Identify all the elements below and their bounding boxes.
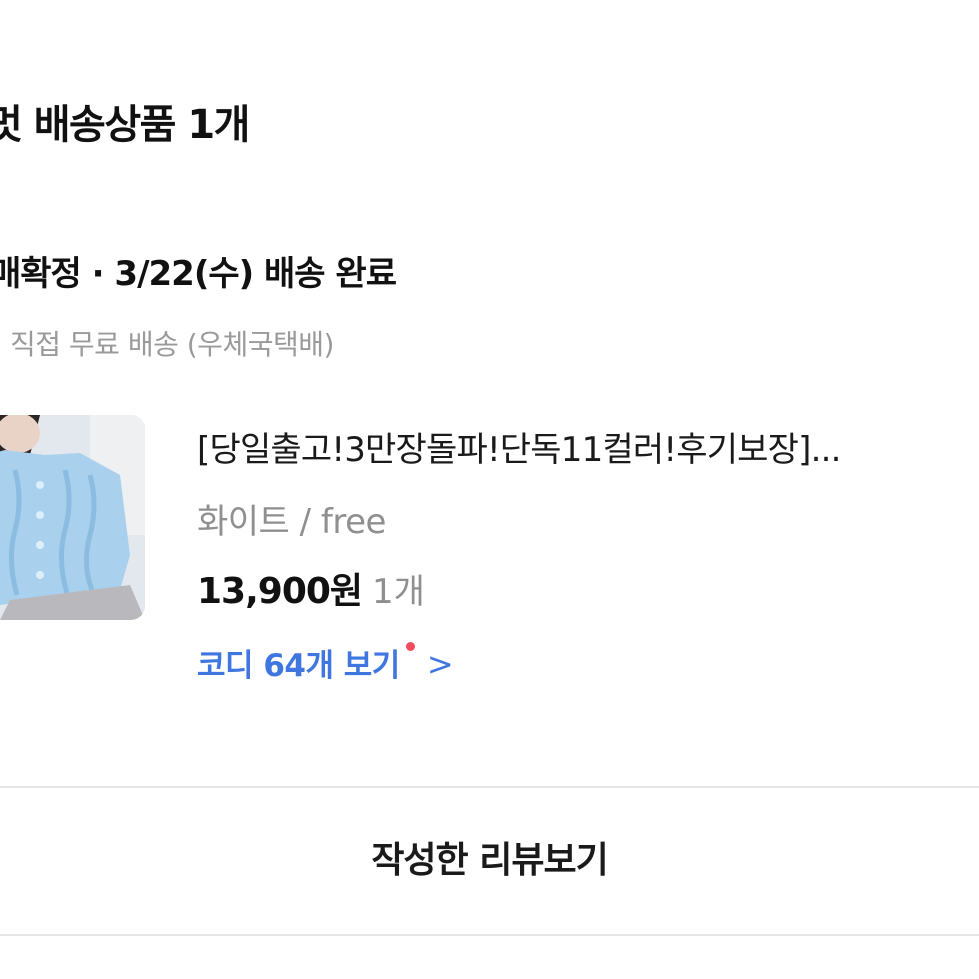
coordi-link[interactable]: 코디 64개 보기 > [197,640,454,685]
shipping-info: 직접 무료 배송 (우체국택배) [10,328,334,361]
section-title: 멋 배송상품 1개 [0,102,250,148]
divider-bottom [0,934,979,936]
product-thumbnail[interactable] [0,415,145,620]
product-price: 13,900원 [197,571,363,612]
order-detail-page: 멋 배송상품 1개 매확정 · 3/22(수) 배송 완료 직접 무료 배송 (… [0,0,979,979]
product-image [0,415,145,620]
product-option: 화이트 / free [197,502,386,542]
product-quantity: 1개 [372,572,425,612]
delivery-status: 매확정 · 3/22(수) 배송 완료 [0,254,397,294]
chevron-right-icon: > [426,644,454,683]
coordi-link-label: 코디 64개 보기 [197,648,400,684]
view-review-label: 작성한 리뷰보기 [371,840,608,881]
price-row: 13,900원 1개 [197,562,425,614]
view-review-button[interactable]: 작성한 리뷰보기 [0,788,979,934]
product-name[interactable]: [당일출고!3만장돌파!단독11컬러!후기보장]... [197,422,957,471]
notification-dot-icon [405,642,415,651]
